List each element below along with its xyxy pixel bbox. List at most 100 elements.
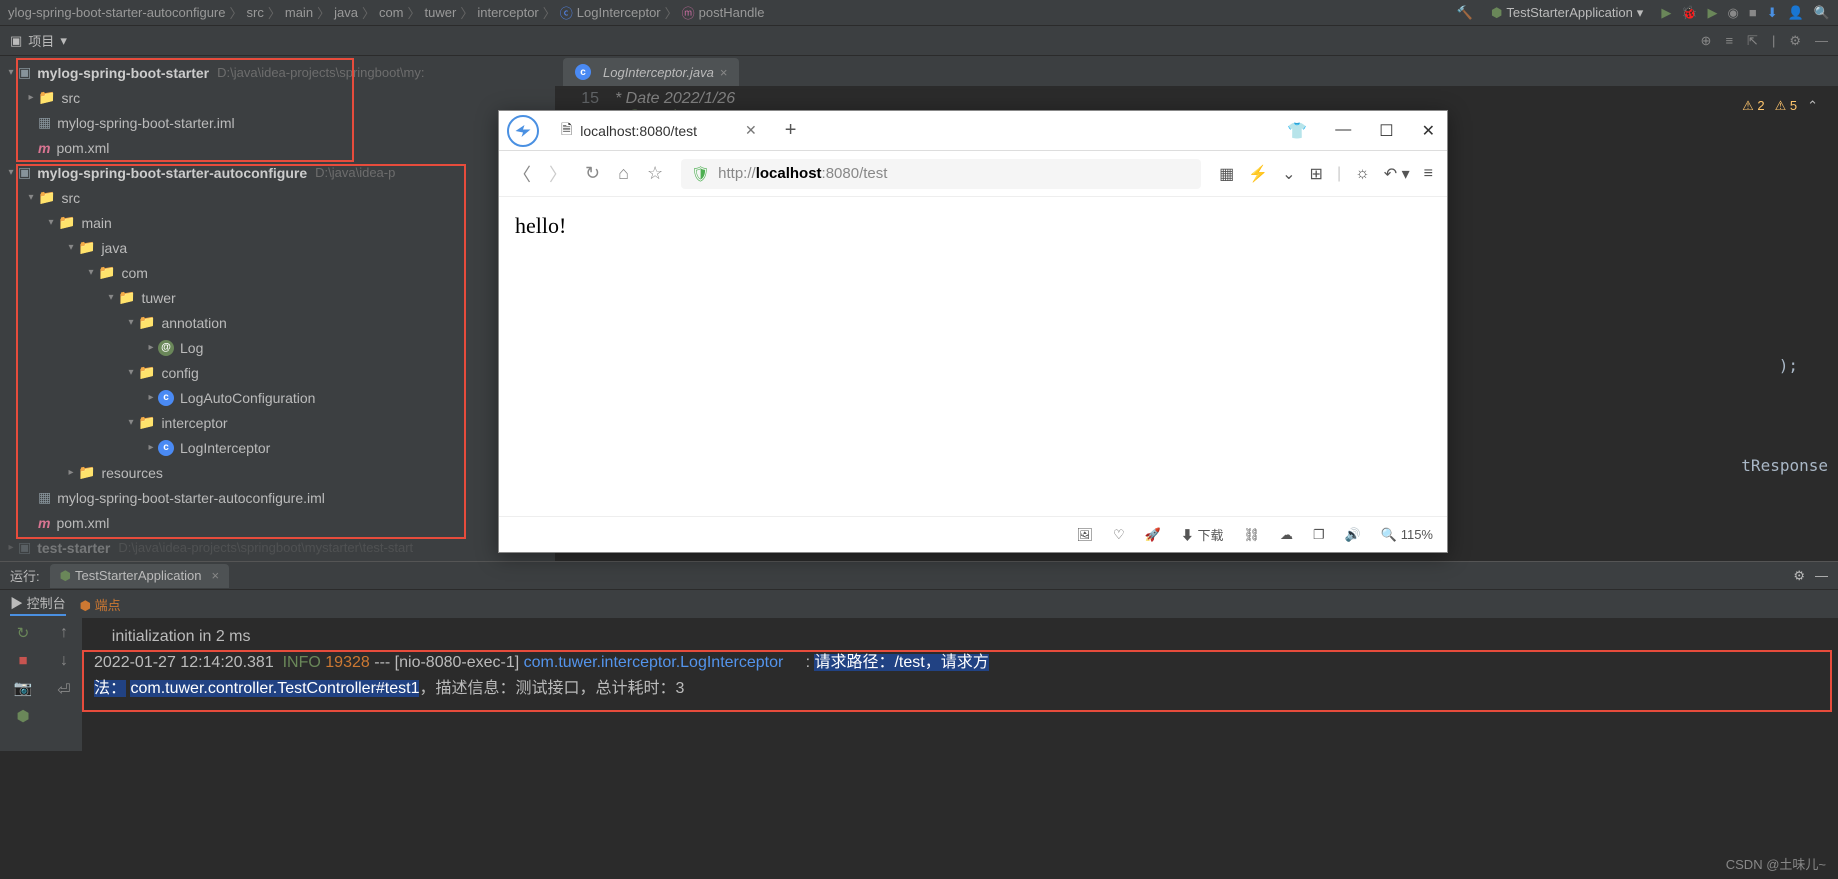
- tree-package[interactable]: ▾📁tuwer: [0, 285, 555, 310]
- breadcrumb-part[interactable]: ylog-spring-boot-starter-autoconfigure: [8, 5, 226, 20]
- browser-logo-icon: [507, 115, 539, 147]
- tree-class[interactable]: ▸cLogInterceptor: [0, 435, 555, 460]
- cloud-icon[interactable]: ☁: [1280, 527, 1293, 543]
- endpoints-tab[interactable]: ⬢ 端点: [80, 595, 121, 614]
- rocket-icon[interactable]: 🚀: [1145, 527, 1161, 543]
- code-fragment: tResponse: [1741, 456, 1828, 475]
- git-icon[interactable]: ⬇: [1767, 5, 1778, 21]
- breadcrumb-part[interactable]: LogInterceptor: [577, 5, 661, 20]
- close-icon[interactable]: ✕: [1418, 117, 1439, 145]
- close-icon[interactable]: ✕: [745, 122, 757, 139]
- flash-icon[interactable]: ⚡: [1248, 164, 1268, 184]
- tree-folder[interactable]: ▾📁java: [0, 235, 555, 260]
- console-tab[interactable]: ▶ 控制台: [10, 593, 66, 616]
- breadcrumb-part[interactable]: postHandle: [699, 5, 765, 20]
- coverage-icon[interactable]: ▶: [1708, 5, 1718, 21]
- heart-icon[interactable]: ♡: [1113, 527, 1125, 543]
- breadcrumb-part[interactable]: interceptor: [477, 5, 538, 20]
- layout-icon[interactable]: ⬢: [16, 707, 29, 725]
- camera-icon[interactable]: 📷: [14, 679, 33, 697]
- theme-icon[interactable]: ☼: [1355, 165, 1370, 183]
- gear-icon[interactable]: ⚙: [1793, 568, 1805, 584]
- zoom-level[interactable]: 🔍 115%: [1381, 527, 1433, 543]
- project-tree[interactable]: ▾▣mylog-spring-boot-starterD:\java\idea-…: [0, 56, 555, 561]
- search-icon[interactable]: 🔍: [1814, 5, 1830, 21]
- chevron-down-icon[interactable]: ▾: [60, 33, 67, 49]
- tree-file[interactable]: ▦mylog-spring-boot-starter-autoconfigure…: [0, 485, 555, 510]
- close-icon[interactable]: ×: [211, 568, 219, 583]
- breadcrumb[interactable]: ylog-spring-boot-starter-autoconfigure〉 …: [8, 3, 764, 22]
- tree-folder[interactable]: ▾📁src: [0, 185, 555, 210]
- profile-icon[interactable]: ◉: [1728, 5, 1739, 21]
- warning-icon[interactable]: ⚠ 2: [1742, 98, 1765, 114]
- tree-module[interactable]: ▸▣test-starterD:\java\idea-projects\spri…: [0, 535, 555, 560]
- qr-icon[interactable]: ▦: [1219, 164, 1234, 184]
- reload-icon[interactable]: ↻: [585, 163, 600, 184]
- tree-folder[interactable]: ▸📁src: [0, 85, 555, 110]
- warning-icon[interactable]: ⚠ 5: [1775, 98, 1798, 114]
- rerun-icon[interactable]: ↻: [17, 624, 30, 642]
- chevron-icon[interactable]: ⌃: [1807, 98, 1818, 114]
- wrap-icon[interactable]: ⏎: [57, 680, 70, 700]
- home-icon[interactable]: ⌂: [618, 163, 629, 184]
- run-config-selector[interactable]: ⬢TestStarterApplication▾: [1483, 3, 1651, 23]
- run-icon[interactable]: ▶: [1661, 5, 1671, 21]
- undo-icon[interactable]: ↶ ▾: [1384, 164, 1410, 184]
- debug-icon[interactable]: 🐞: [1681, 5, 1697, 21]
- tree-module[interactable]: ▾▣mylog-spring-boot-starterD:\java\idea-…: [0, 60, 555, 85]
- gear-icon[interactable]: ⚙: [1789, 33, 1801, 49]
- image-icon[interactable]: 🖼: [1077, 527, 1094, 543]
- browser-tab[interactable]: 🗎 localhost:8080/test ✕: [553, 119, 765, 143]
- new-tab-button[interactable]: +: [785, 119, 797, 142]
- console-output[interactable]: initialization in 2 ms 2022-01-27 12:14:…: [82, 618, 1838, 751]
- chevron-down-icon[interactable]: ⌄: [1282, 164, 1295, 184]
- breadcrumb-part[interactable]: tuwer: [425, 5, 457, 20]
- breadcrumb-part[interactable]: com: [379, 5, 404, 20]
- tree-package[interactable]: ▾📁annotation: [0, 310, 555, 335]
- avatar-icon[interactable]: 👤: [1788, 5, 1804, 21]
- maximize-icon[interactable]: ☐: [1375, 117, 1397, 145]
- tabs-icon[interactable]: ❐: [1313, 527, 1325, 543]
- breadcrumb-part[interactable]: java: [334, 5, 358, 20]
- project-panel-title[interactable]: 项目: [28, 31, 54, 50]
- collapse-icon[interactable]: ⇱: [1747, 33, 1758, 49]
- tree-file[interactable]: mpom.xml: [0, 510, 555, 535]
- editor-inspections[interactable]: ⚠ 2 ⚠ 5 ⌃: [1742, 98, 1818, 114]
- locate-icon[interactable]: ⊕: [1701, 33, 1712, 49]
- tree-file[interactable]: mpom.xml: [0, 135, 555, 160]
- minimize-icon[interactable]: —: [1331, 117, 1355, 145]
- editor-tab[interactable]: c LogInterceptor.java ×: [563, 58, 739, 86]
- breadcrumb-part[interactable]: main: [285, 5, 313, 20]
- build-icon[interactable]: 🔨: [1457, 5, 1473, 21]
- expand-icon[interactable]: ≡: [1725, 33, 1733, 49]
- tree-module[interactable]: ▾▣mylog-spring-boot-starter-autoconfigur…: [0, 160, 555, 185]
- tree-folder[interactable]: ▸📁resources: [0, 460, 555, 485]
- down-icon[interactable]: ↓: [60, 652, 68, 670]
- link-icon[interactable]: ⛓: [1244, 527, 1261, 543]
- tree-folder[interactable]: ▾📁main: [0, 210, 555, 235]
- url-bar[interactable]: 🛡 http://localhost:8080/test: [681, 159, 1201, 189]
- tree-class[interactable]: ▸cLogAutoConfiguration: [0, 385, 555, 410]
- hide-icon[interactable]: —: [1815, 33, 1828, 49]
- tree-package[interactable]: ▾📁com: [0, 260, 555, 285]
- screenshot-icon[interactable]: 👕: [1283, 117, 1311, 145]
- browser-titlebar: 🗎 localhost:8080/test ✕ + 👕 — ☐ ✕: [499, 111, 1447, 151]
- tree-package[interactable]: ▾📁config: [0, 360, 555, 385]
- close-icon[interactable]: ×: [720, 65, 728, 80]
- stop-icon[interactable]: ■: [18, 652, 27, 669]
- tree-class[interactable]: ▸@Log: [0, 335, 555, 360]
- tree-package[interactable]: ▾📁interceptor: [0, 410, 555, 435]
- stop-icon[interactable]: ■: [1749, 5, 1757, 20]
- back-icon[interactable]: 〈: [513, 161, 531, 187]
- star-icon[interactable]: ☆: [647, 163, 663, 184]
- hide-icon[interactable]: —: [1815, 568, 1828, 583]
- run-tab[interactable]: ⬢ TestStarterApplication ×: [50, 564, 229, 588]
- menu-icon[interactable]: ≡: [1424, 165, 1433, 183]
- forward-icon[interactable]: 〉: [549, 161, 567, 187]
- up-icon[interactable]: ↑: [60, 624, 68, 642]
- download-icon[interactable]: ⬇ 下载: [1181, 525, 1224, 544]
- breadcrumb-part[interactable]: src: [247, 5, 264, 20]
- apps-icon[interactable]: ⊞: [1310, 164, 1323, 184]
- speaker-icon[interactable]: 🔊: [1345, 527, 1361, 543]
- tree-file[interactable]: ▦mylog-spring-boot-starter.iml: [0, 110, 555, 135]
